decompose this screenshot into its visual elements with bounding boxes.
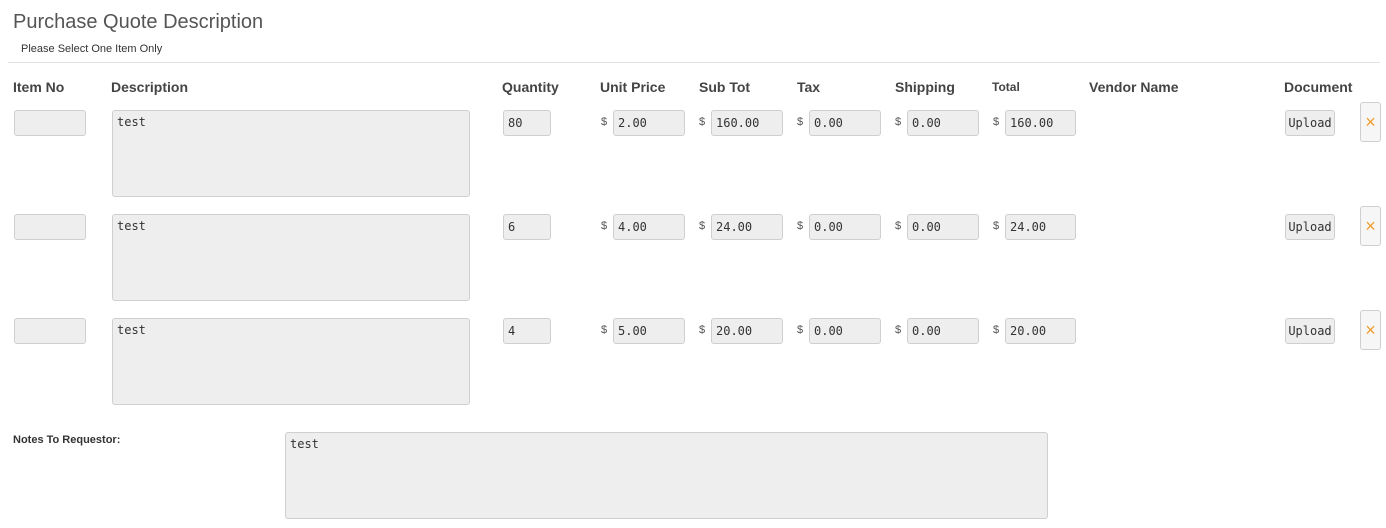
sub-tot-input[interactable]: 160.00 [711,110,783,136]
header-divider [8,62,1380,63]
tax-input[interactable]: 0.00 [809,214,881,240]
column-header-vendor-name: Vendor Name [1089,79,1179,95]
upload-button[interactable]: Upload [1285,110,1335,136]
close-icon: × [1365,320,1376,340]
column-header-tax: Tax [797,79,821,95]
unit-price-input[interactable]: 2.00 [613,110,685,136]
currency-symbol: $ [797,324,804,336]
unit-price-input[interactable]: 4.00 [613,214,685,240]
column-header-sub-tot: Sub Tot [699,79,751,95]
sub-tot-input[interactable]: 24.00 [711,214,783,240]
currency-symbol: $ [797,116,804,128]
quantity-input[interactable]: 6 [503,214,551,240]
shipping-input[interactable]: 0.00 [907,110,979,136]
total-input[interactable]: 20.00 [1005,318,1076,344]
page-subtitle: Please Select One Item Only [21,43,163,55]
notes-textarea[interactable]: test [285,432,1048,519]
item-no-input[interactable] [14,214,86,240]
currency-symbol: $ [993,324,1000,336]
currency-symbol: $ [601,324,608,336]
remove-row-button[interactable]: × [1360,102,1381,142]
currency-symbol: $ [699,324,706,336]
remove-row-button[interactable]: × [1360,310,1381,350]
currency-symbol: $ [993,220,1000,232]
total-input[interactable]: 160.00 [1005,110,1076,136]
column-header-description: Description [111,79,189,95]
description-textarea[interactable]: test [112,110,470,197]
column-header-item-no: Item No [13,79,65,95]
total-input[interactable]: 24.00 [1005,214,1076,240]
quantity-input[interactable]: 4 [503,318,551,344]
currency-symbol: $ [601,220,608,232]
currency-symbol: $ [993,116,1000,128]
remove-row-button[interactable]: × [1360,206,1381,246]
quantity-input[interactable]: 80 [503,110,551,136]
currency-symbol: $ [699,220,706,232]
currency-symbol: $ [895,116,902,128]
notes-label: Notes To Requestor: [13,434,121,446]
column-header-shipping: Shipping [895,79,955,95]
upload-button[interactable]: Upload [1285,318,1335,344]
currency-symbol: $ [797,220,804,232]
upload-button[interactable]: Upload [1285,214,1335,240]
description-textarea[interactable]: test [112,214,470,301]
shipping-input[interactable]: 0.00 [907,318,979,344]
close-icon: × [1365,112,1376,132]
currency-symbol: $ [895,324,902,336]
column-header-total: Total [992,80,1020,94]
currency-symbol: $ [699,116,706,128]
currency-symbol: $ [601,116,608,128]
tax-input[interactable]: 0.00 [809,318,881,344]
column-header-unit-price: Unit Price [600,79,666,95]
shipping-input[interactable]: 0.00 [907,214,979,240]
item-no-input[interactable] [14,318,86,344]
tax-input[interactable]: 0.00 [809,110,881,136]
currency-symbol: $ [895,220,902,232]
column-header-document: Document [1284,79,1353,95]
item-no-input[interactable] [14,110,86,136]
unit-price-input[interactable]: 5.00 [613,318,685,344]
page-title: Purchase Quote Description [13,11,264,33]
column-header-quantity: Quantity [502,79,559,95]
close-icon: × [1365,216,1376,236]
sub-tot-input[interactable]: 20.00 [711,318,783,344]
description-textarea[interactable]: test [112,318,470,405]
